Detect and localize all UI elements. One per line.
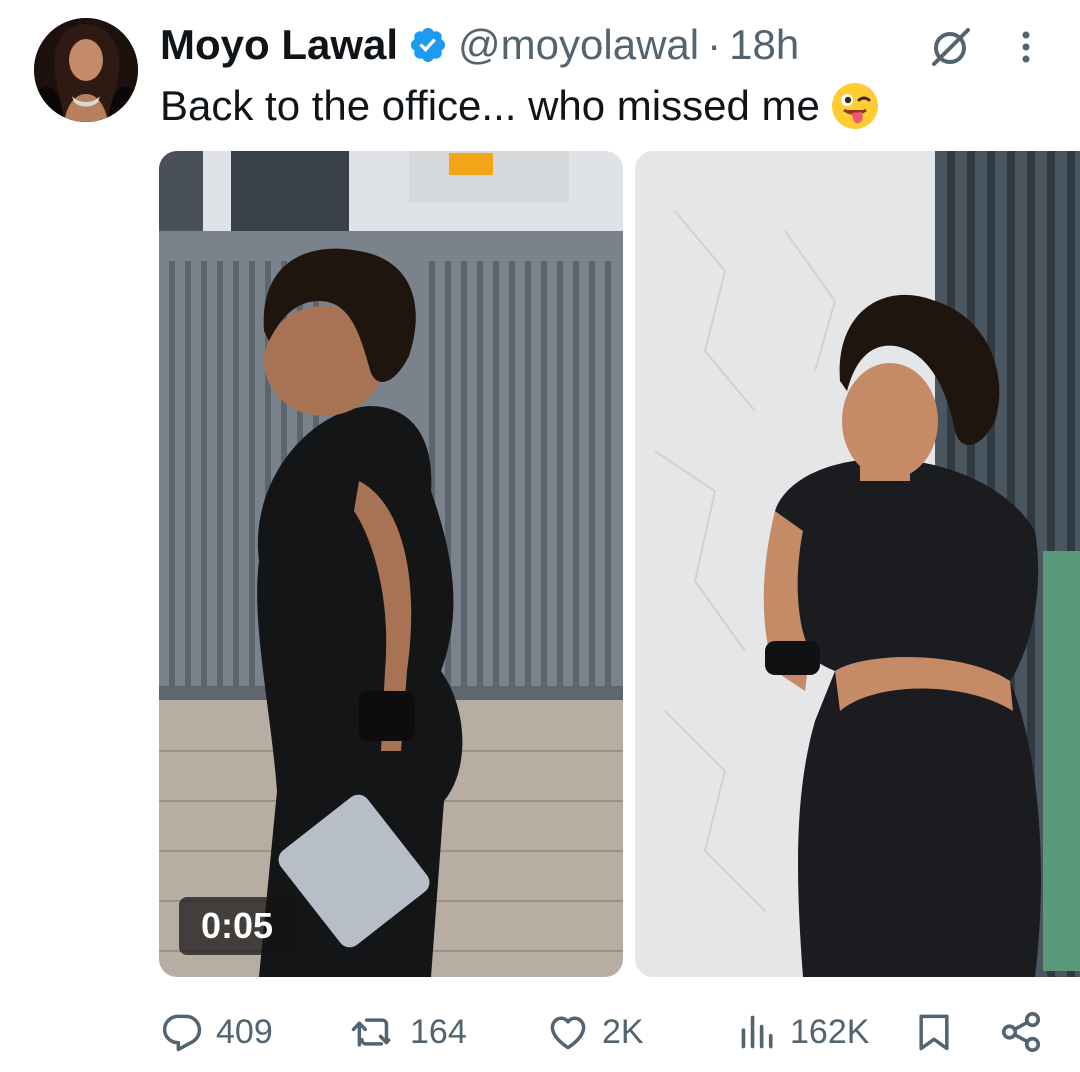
post-text-row: Back to the office... who missed me (160, 80, 880, 132)
separator: · (707, 21, 722, 68)
like-icon (550, 1016, 586, 1050)
tweet[interactable]: Moyo Lawal @moyolawal · 18h Back to the … (0, 0, 1080, 1072)
grok-icon[interactable] (926, 22, 976, 72)
author-handle[interactable]: @moyolawal (458, 20, 699, 70)
share-icon (1001, 1011, 1041, 1053)
video-thumbnail[interactable]: 0:05 (159, 151, 623, 977)
post-header: Moyo Lawal @moyolawal · 18h (160, 20, 799, 70)
post-time[interactable]: 18h (729, 20, 799, 70)
photo-image (635, 151, 1080, 977)
share-button[interactable] (998, 1004, 1044, 1060)
reply-button[interactable]: 409 (160, 1004, 273, 1060)
repost-icon (351, 1018, 391, 1047)
more-icon[interactable] (1008, 22, 1044, 72)
repost-count: 164 (410, 1012, 467, 1051)
post-text: Back to the office... who missed me (160, 82, 820, 129)
video-duration: 0:05 (179, 897, 296, 955)
view-count: 162K (790, 1012, 870, 1051)
like-count: 2K (602, 1012, 644, 1051)
reply-icon (162, 1014, 202, 1052)
winking-face-with-tongue-icon (830, 81, 880, 131)
views-icon (741, 1015, 773, 1049)
bookmark-icon (919, 1014, 949, 1051)
views-button[interactable]: 162K (738, 1004, 869, 1060)
avatar[interactable] (34, 18, 138, 122)
photo[interactable] (635, 151, 1080, 977)
verified-badge-icon[interactable] (408, 25, 448, 65)
bookmark-button[interactable] (912, 1004, 956, 1060)
display-name[interactable]: Moyo Lawal (160, 20, 398, 70)
like-button[interactable]: 2K (546, 1004, 644, 1060)
media-grid: 0:05 (159, 151, 1080, 977)
repost-button[interactable]: 164 (350, 1004, 467, 1060)
avatar-image (34, 18, 138, 122)
video-still (159, 151, 623, 977)
action-bar: 409 164 2K 162K (0, 1004, 1080, 1060)
reply-count: 409 (216, 1012, 273, 1051)
